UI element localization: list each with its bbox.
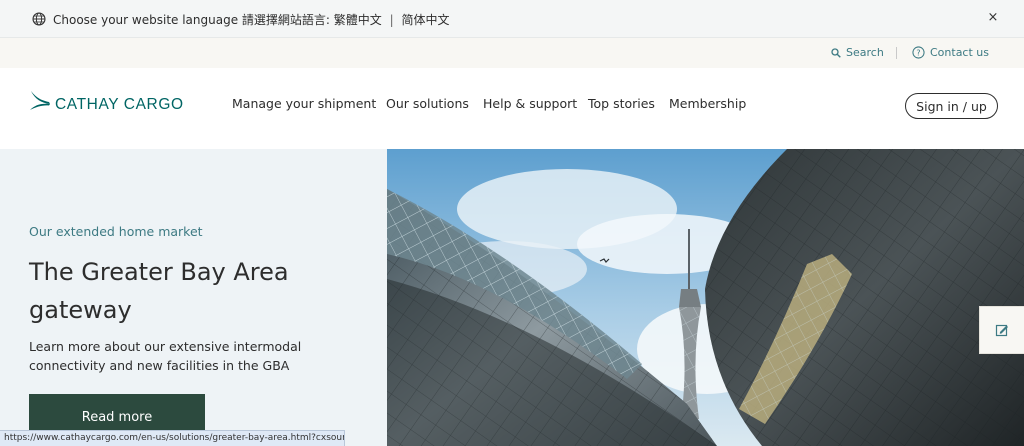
nav-manage-shipment[interactable]: Manage your shipment <box>232 96 376 111</box>
language-separator: | <box>389 13 394 27</box>
sign-in-button[interactable]: Sign in / up <box>905 93 998 119</box>
utility-bar: Search ? Contact us <box>0 38 1024 68</box>
brand-logo[interactable]: CATHAY CARGO <box>29 90 183 113</box>
language-option-traditional-chinese[interactable]: 繁體中文 <box>334 13 382 27</box>
nav-our-solutions[interactable]: Our solutions <box>386 96 469 111</box>
brushwing-logo-icon <box>30 91 50 110</box>
hero-image <box>387 149 1024 446</box>
hero-headline: The Greater Bay Area gateway <box>29 258 289 324</box>
hero-text-panel: Our extended home market The Greater Bay… <box>0 149 387 446</box>
svg-text:?: ? <box>916 48 920 57</box>
hero-eyebrow: Our extended home market <box>29 224 203 239</box>
search-icon <box>831 47 841 58</box>
main-header: CATHAY CARGO Manage your shipment Our so… <box>0 68 1024 149</box>
search-link[interactable]: Search <box>831 46 884 59</box>
search-label: Search <box>846 46 884 59</box>
language-prompt: Choose your website language 請選擇網站語言: <box>53 13 330 27</box>
globe-icon <box>32 12 46 26</box>
nav-help-support[interactable]: Help & support <box>483 96 577 111</box>
close-icon[interactable]: × <box>986 10 1000 25</box>
brand-name: CATHAY CARGO <box>55 96 184 113</box>
contact-us-link[interactable]: ? Contact us <box>912 46 989 59</box>
utility-divider <box>896 47 897 59</box>
nav-top-stories[interactable]: Top stories <box>588 96 655 111</box>
feedback-button[interactable] <box>979 306 1024 354</box>
contact-us-label: Contact us <box>930 46 989 59</box>
nav-membership[interactable]: Membership <box>669 96 746 111</box>
language-bar: Choose your website language 請選擇網站語言: 繁體… <box>0 0 1024 38</box>
help-circle-icon: ? <box>912 46 925 59</box>
language-selector: Choose your website language 請選擇網站語言: 繁體… <box>53 11 450 28</box>
feedback-edit-icon <box>995 324 1008 337</box>
language-option-simplified-chinese[interactable]: 简体中文 <box>402 13 450 27</box>
hero-description: Learn more about our extensive intermoda… <box>29 339 302 373</box>
hero-photo-illustration <box>387 149 1024 446</box>
browser-status-url: https://www.cathaycargo.com/en-us/soluti… <box>0 430 345 446</box>
